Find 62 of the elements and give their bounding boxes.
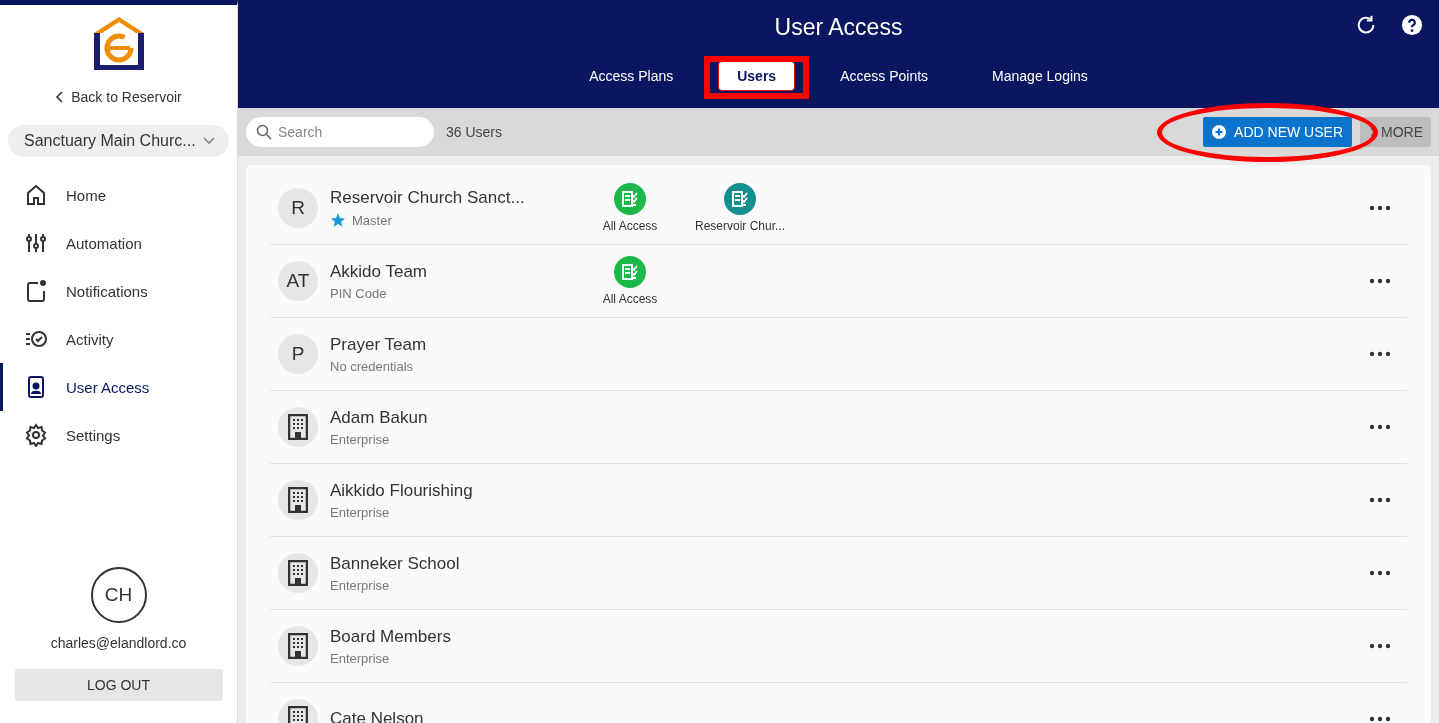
tab[interactable]: Access Plans (570, 61, 693, 91)
add-new-user-button[interactable]: ADD NEW USER (1203, 117, 1352, 147)
user-avatar: P (278, 334, 318, 374)
help-icon[interactable] (1401, 14, 1423, 36)
user-avatar: CH (90, 567, 147, 623)
more-options-icon[interactable] (1369, 497, 1391, 503)
logout-button[interactable]: LOG OUT (14, 669, 223, 701)
access-plan-label: Reservoir Chur... (695, 219, 785, 233)
logo (91, 15, 146, 71)
tab[interactable]: Access Points (821, 61, 948, 91)
access-plan-label: All Access (602, 292, 658, 306)
search-field[interactable]: Search (246, 117, 434, 147)
nav-item[interactable]: Automation (0, 219, 237, 267)
nav-item[interactable]: Settings (0, 411, 237, 459)
credential-type: No credentials (330, 358, 414, 374)
more-options-icon[interactable] (1369, 716, 1391, 722)
page-title: User Access (774, 14, 903, 41)
chevron-left-icon (55, 91, 64, 103)
refresh-icon[interactable] (1355, 14, 1377, 36)
user-name: Reservoir Church Sanct... (330, 188, 526, 208)
tab[interactable]: Users (718, 61, 796, 91)
credential-type: Master (352, 212, 392, 228)
credential-type: Enterprise (330, 431, 390, 447)
more-options-icon[interactable] (1369, 424, 1391, 430)
access-plan-label: All Access (602, 219, 658, 233)
building-avatar (278, 553, 318, 593)
home-icon (24, 183, 48, 207)
tab[interactable]: Manage Logins (973, 61, 1107, 91)
user-avatar: R (278, 188, 318, 228)
user-name: Banneker School (330, 553, 461, 574)
building-avatar (278, 407, 318, 447)
credential-type: PIN Code (330, 285, 387, 301)
plus-circle-icon (1212, 125, 1227, 139)
nav-item[interactable]: Notifications (0, 267, 237, 315)
settings-icon (24, 423, 48, 447)
user-name: Prayer Team (330, 334, 428, 355)
site-select[interactable]: Sanctuary Main Churc... (8, 125, 229, 157)
chevron-down-icon (203, 137, 215, 145)
user-name: Akkido Team (330, 261, 428, 282)
nav-item[interactable]: Home (0, 171, 237, 219)
credential-type: Enterprise (330, 650, 390, 666)
credential-type: Enterprise (330, 577, 390, 593)
more-button[interactable]: MORE (1360, 117, 1431, 147)
back-link[interactable]: Back to Reservoir (55, 89, 182, 105)
user-name: Aikkido Flourishing (330, 480, 474, 501)
user-avatar: AT (278, 261, 318, 301)
nav-item[interactable]: Activity (0, 315, 237, 363)
more-options-icon[interactable] (1369, 278, 1391, 284)
user-name: Board Members (330, 626, 452, 647)
more-options-icon[interactable] (1369, 351, 1391, 357)
more-options-icon[interactable] (1369, 643, 1391, 649)
building-avatar (278, 626, 318, 666)
user-name: Adam Bakun (330, 407, 429, 428)
credential-type: Enterprise (330, 504, 390, 520)
sliders-icon (24, 231, 48, 255)
search-icon (256, 124, 272, 140)
user-email: charles@elandlord.co (50, 635, 187, 651)
building-avatar (278, 480, 318, 520)
more-options-icon[interactable] (1369, 570, 1391, 576)
notification-icon (24, 279, 48, 303)
user-count: 36 Users (446, 124, 503, 140)
more-options-icon[interactable] (1369, 205, 1391, 211)
